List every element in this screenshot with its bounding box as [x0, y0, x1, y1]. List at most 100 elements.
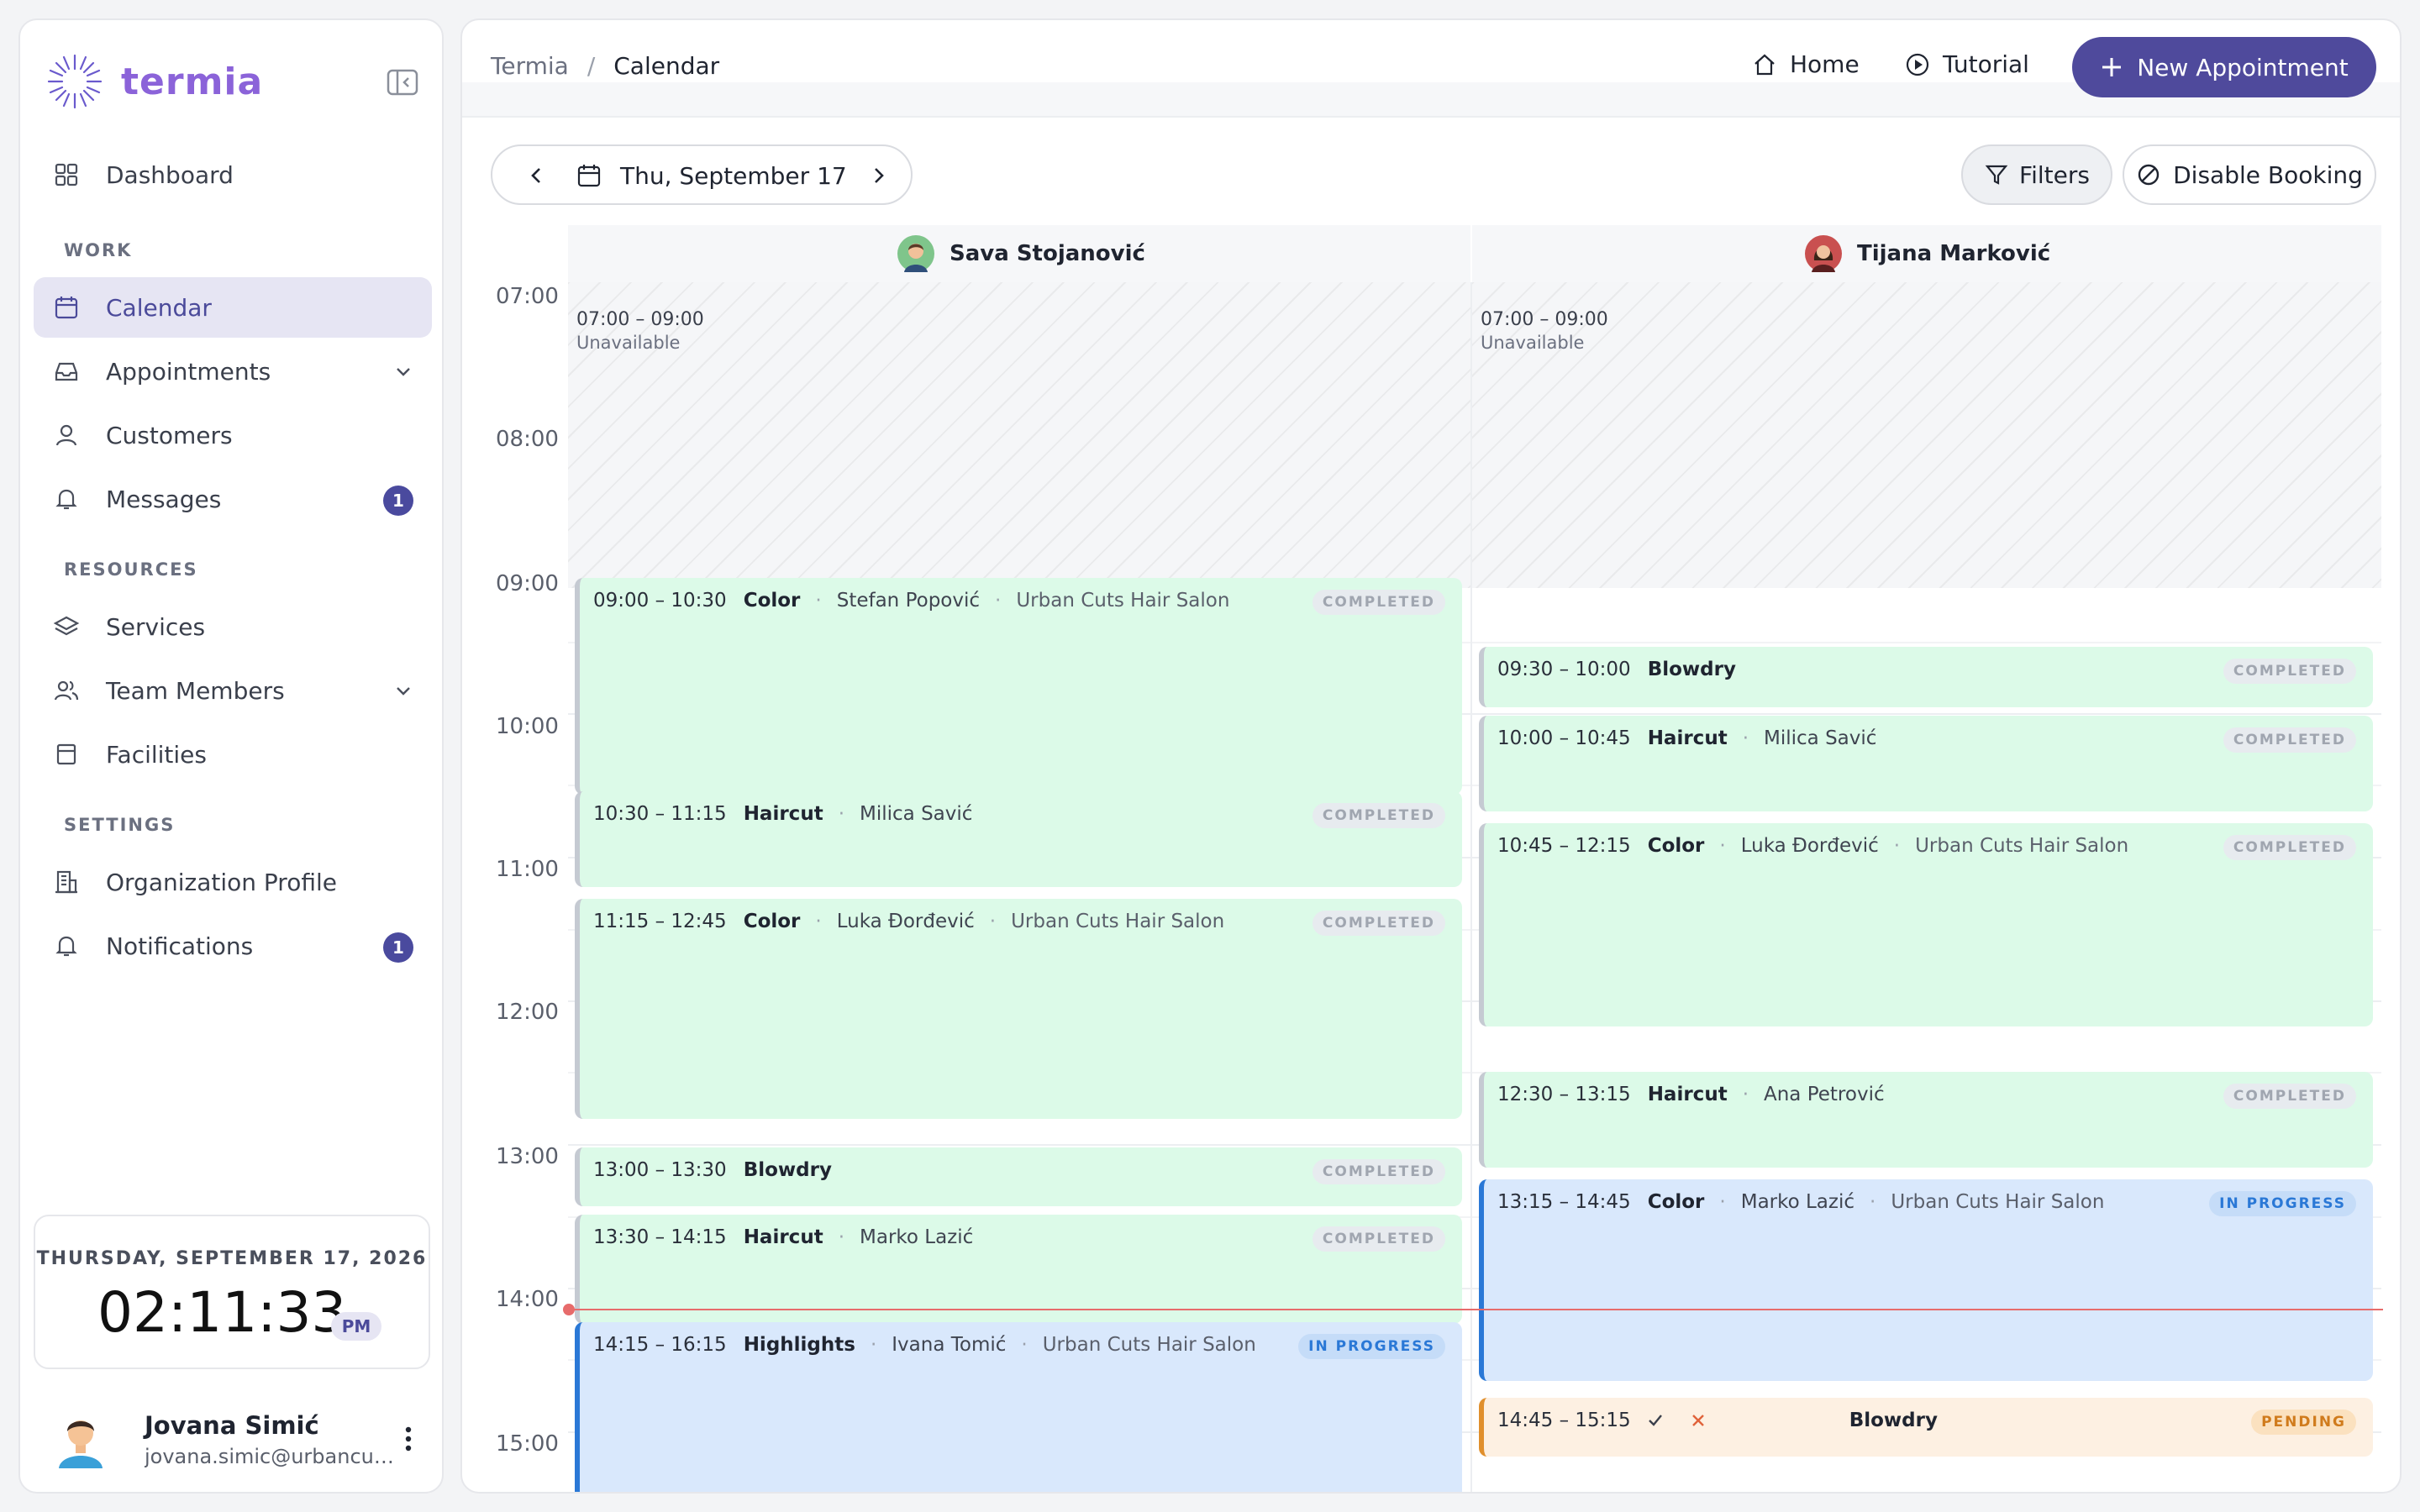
appointment-card[interactable]: 13:30 – 14:15 Haircut · Marko Lazić COMP…: [575, 1215, 1462, 1324]
appointment-time: 14:15 – 16:15: [593, 1334, 727, 1356]
current-time-line: [570, 1309, 2383, 1310]
status-badge: COMPLETED: [1312, 911, 1445, 936]
close-icon[interactable]: [1690, 1412, 1707, 1429]
appointment-location: Urban Cuts Hair Salon: [1891, 1191, 2105, 1213]
chevron-right-icon[interactable]: [867, 165, 889, 186]
hour-label: 12:00: [496, 1000, 559, 1025]
appointment-service: Haircut: [743, 803, 823, 825]
appointment-service: Haircut: [1647, 727, 1728, 749]
box-icon: [52, 740, 81, 769]
avatar: [59, 1420, 103, 1468]
new-appointment-label: New Appointment: [2137, 53, 2349, 81]
breadcrumb-separator: /: [587, 52, 596, 80]
sidebar-item-label: Organization Profile: [106, 868, 337, 896]
current-time-dot: [563, 1304, 575, 1315]
sidebar-item-label: Dashboard: [106, 160, 234, 189]
new-appointment-button[interactable]: New Appointment: [2072, 37, 2376, 97]
filter-icon: [1985, 165, 2008, 185]
sidebar-item-label: Notifications: [106, 932, 254, 960]
appointment-time: 13:30 – 14:15: [593, 1226, 727, 1248]
appointment-time: 10:30 – 11:15: [593, 803, 727, 825]
appointment-card[interactable]: 09:00 – 10:30 Color · Stefan Popović · U…: [575, 578, 1462, 795]
appointment-customer: Luka Đorđević: [1740, 835, 1879, 857]
separator-dot: ·: [1719, 1191, 1726, 1213]
sidebar-item-label: Services: [106, 612, 206, 641]
sidebar-item-services[interactable]: Services: [34, 596, 432, 657]
sidebar-item-calendar[interactable]: Calendar: [34, 277, 432, 338]
breadcrumb-current: Calendar: [613, 52, 720, 80]
separator-dot: ·: [1893, 835, 1901, 857]
appointment-card[interactable]: 13:00 – 13:30 Blowdry COMPLETED: [575, 1147, 1462, 1206]
sidebar-item-organization-profile[interactable]: Organization Profile: [34, 852, 432, 912]
appointment-customer: Milica Savić: [860, 803, 973, 825]
appointment-time: 11:15 – 12:45: [593, 911, 727, 932]
appointment-card[interactable]: 14:15 – 16:15 Highlights · Ivana Tomić ·…: [575, 1322, 1462, 1492]
sidebar-item-label: Appointments: [106, 357, 271, 386]
chevron-down-icon[interactable]: [393, 680, 413, 701]
more-vertical-icon[interactable]: [403, 1425, 413, 1453]
appointment-card[interactable]: 11:15 – 12:45 Color · Luka Đorđević · Ur…: [575, 899, 1462, 1119]
appointment-card[interactable]: 09:30 – 10:00 Blowdry COMPLETED: [1479, 647, 2373, 707]
appointment-service: Color: [743, 911, 801, 932]
appointment-service: Highlights: [743, 1334, 855, 1356]
current-date[interactable]: Thu, September 17: [620, 162, 847, 190]
sidebar-item-messages[interactable]: Messages 1: [34, 469, 432, 529]
status-badge: COMPLETED: [1312, 803, 1445, 828]
appointment-time: 10:45 – 12:15: [1497, 835, 1631, 857]
appointment-card[interactable]: 12:30 – 13:15 Haircut · Ana Petrović COM…: [1479, 1072, 2373, 1168]
appointment-location: Urban Cuts Hair Salon: [1016, 590, 1230, 612]
avatar: [1805, 235, 1842, 272]
appointment-card[interactable]: 10:00 – 10:45 Haircut · Milica Savić COM…: [1479, 716, 2373, 811]
check-icon[interactable]: [1646, 1411, 1665, 1430]
users-icon: [52, 676, 81, 705]
layers-icon: [52, 612, 81, 641]
tutorial-link[interactable]: Tutorial: [1904, 50, 2029, 78]
home-label: Home: [1790, 50, 1860, 78]
main-panel: Termia / Calendar Home Tutorial New Appo…: [460, 18, 2402, 1494]
avatar: [897, 235, 934, 272]
appointment-card[interactable]: 13:15 – 14:45 Color · Marko Lazić · Urba…: [1479, 1179, 2373, 1381]
sidebar-item-team-members[interactable]: Team Members: [34, 660, 432, 721]
appointment-customer: Marko Lazić: [1740, 1191, 1855, 1213]
sidebar-item-notifications[interactable]: Notifications 1: [34, 916, 432, 976]
appointment-time: 14:45 – 15:15: [1497, 1410, 1631, 1431]
disable-booking-button[interactable]: Disable Booking: [2123, 144, 2376, 205]
appointment-card[interactable]: 14:45 – 15:15 Blowdry PENDING: [1479, 1398, 2373, 1457]
chevron-left-icon[interactable]: [526, 165, 548, 186]
unavailable-range: 07:00 – 09:00: [576, 309, 704, 330]
user-profile[interactable]: Jovana Simić jovana.simic@urbancuts...: [50, 1401, 420, 1477]
sidebar-item-appointments[interactable]: Appointments: [34, 341, 432, 402]
filters-button[interactable]: Filters: [1961, 144, 2112, 205]
sidebar-item-label: Facilities: [106, 740, 207, 769]
appointment-card[interactable]: 10:30 – 11:15 Haircut · Milica Savić COM…: [575, 791, 1462, 887]
separator-dot: ·: [1021, 1334, 1028, 1356]
sidebar-item-dashboard[interactable]: Dashboard: [34, 144, 432, 205]
status-badge: IN PROGRESS: [2209, 1191, 2356, 1216]
sidebar-item-customers[interactable]: Customers: [34, 405, 432, 465]
hour-label: 09:00: [496, 571, 559, 596]
collapse-sidebar-icon[interactable]: [387, 69, 418, 96]
brand[interactable]: termia: [45, 44, 263, 119]
user-name: Jovana Simić: [145, 1411, 319, 1440]
play-circle-icon: [1906, 53, 1929, 76]
appointment-card[interactable]: 10:45 – 12:15 Color · Luka Đorđević · Ur…: [1479, 823, 2373, 1026]
appointment-time: 13:00 – 13:30: [593, 1159, 727, 1181]
status-badge: COMPLETED: [2223, 727, 2356, 753]
appointment-customer: Milica Savić: [1764, 727, 1877, 749]
appointment-service: Haircut: [743, 1226, 823, 1248]
sidebar-item-facilities[interactable]: Facilities: [34, 724, 432, 785]
hour-label: 14:00: [496, 1287, 559, 1312]
appointment-customer: Luka Đorđević: [836, 911, 975, 932]
appointment-customer: Stefan Popović: [836, 590, 981, 612]
bell-icon: [52, 932, 81, 960]
home-link[interactable]: Home: [1751, 50, 1860, 78]
separator-dot: ·: [870, 1334, 877, 1356]
separator-dot: ·: [995, 590, 1002, 612]
chevron-down-icon[interactable]: [393, 361, 413, 381]
unavailable-label: Unavailable: [1481, 333, 1585, 353]
messages-badge: 1: [383, 486, 413, 516]
staff-name: Sava Stojanović: [950, 241, 1145, 266]
breadcrumb-root[interactable]: Termia: [491, 52, 569, 80]
separator-dot: ·: [838, 803, 844, 825]
appointment-service: Blowdry: [1647, 659, 1736, 680]
